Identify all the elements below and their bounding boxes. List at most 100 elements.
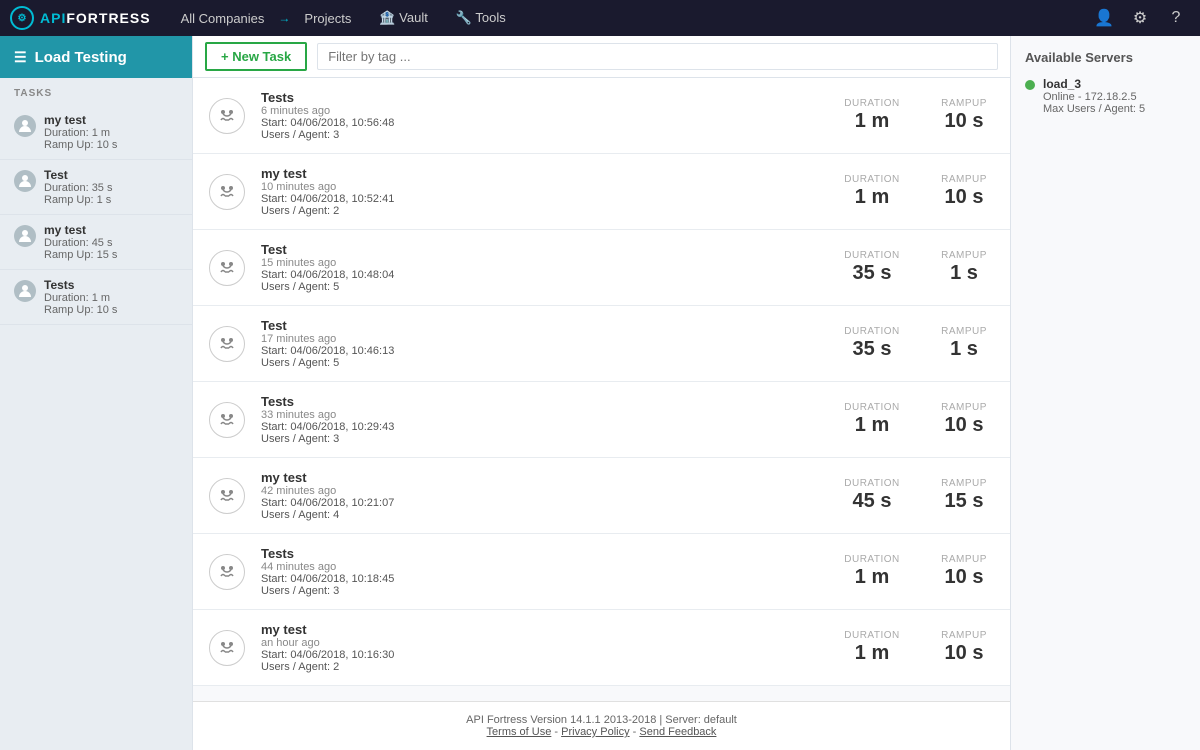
nav-arrow: → bbox=[278, 11, 290, 25]
task-row-icon bbox=[209, 250, 245, 286]
new-task-button[interactable]: + New Task bbox=[205, 42, 307, 71]
tasks-label: TASKS bbox=[0, 78, 192, 105]
task-row-users: Users / Agent: 3 bbox=[261, 129, 826, 141]
duration-label: DURATION bbox=[842, 326, 902, 337]
nav-tools[interactable]: 🔧 Tools bbox=[442, 0, 520, 36]
logo-text: APIFORTRESS bbox=[40, 10, 151, 26]
task-metrics: DURATION 35 s RAMPUP 1 s bbox=[842, 250, 994, 285]
task-name: my test bbox=[44, 113, 117, 127]
rampup-metric: RAMPUP 15 s bbox=[934, 478, 994, 513]
sidebar-tasks-list: my test Duration: 1 m Ramp Up: 10 s Test… bbox=[0, 105, 192, 325]
sidebar-task-item[interactable]: Test Duration: 35 s Ramp Up: 1 s bbox=[0, 160, 192, 215]
server-info: load_3 Online - 172.18.2.5 Max Users / A… bbox=[1043, 77, 1145, 115]
task-row-name: Tests bbox=[261, 394, 826, 409]
rampup-label: RAMPUP bbox=[934, 174, 994, 185]
task-ramp: Ramp Up: 10 s bbox=[44, 139, 117, 151]
rampup-label: RAMPUP bbox=[934, 326, 994, 337]
rampup-metric: RAMPUP 10 s bbox=[934, 402, 994, 437]
rampup-value: 10 s bbox=[934, 413, 994, 437]
server-item: load_3 Online - 172.18.2.5 Max Users / A… bbox=[1025, 77, 1186, 115]
rampup-value: 10 s bbox=[934, 565, 994, 589]
sidebar-task-item[interactable]: Tests Duration: 1 m Ramp Up: 10 s bbox=[0, 270, 192, 325]
task-metrics: DURATION 1 m RAMPUP 10 s bbox=[842, 402, 994, 437]
rampup-label: RAMPUP bbox=[934, 630, 994, 641]
rampup-value: 10 s bbox=[934, 641, 994, 665]
task-row-start: Start: 04/06/2018, 10:52:41 bbox=[261, 193, 826, 205]
task-row[interactable]: my test 42 minutes ago Start: 04/06/2018… bbox=[193, 458, 1010, 534]
nav-all-companies[interactable]: All Companies bbox=[167, 0, 279, 36]
task-row-start: Start: 04/06/2018, 10:48:04 bbox=[261, 269, 826, 281]
terms-link[interactable]: Terms of Use bbox=[487, 726, 552, 738]
task-avatar bbox=[14, 280, 36, 302]
task-info: my test Duration: 45 s Ramp Up: 15 s bbox=[44, 223, 117, 261]
task-row[interactable]: my test 10 minutes ago Start: 04/06/2018… bbox=[193, 154, 1010, 230]
server-status: Online - 172.18.2.5 bbox=[1043, 91, 1145, 103]
duration-value: 1 m bbox=[842, 413, 902, 437]
task-row[interactable]: Tests 6 minutes ago Start: 04/06/2018, 1… bbox=[193, 78, 1010, 154]
help-icon[interactable]: ? bbox=[1162, 4, 1190, 32]
task-row[interactable]: my test an hour ago Start: 04/06/2018, 1… bbox=[193, 610, 1010, 686]
duration-metric: DURATION 1 m bbox=[842, 630, 902, 665]
rampup-label: RAMPUP bbox=[934, 554, 994, 565]
duration-label: DURATION bbox=[842, 478, 902, 489]
rampup-label: RAMPUP bbox=[934, 98, 994, 109]
task-row-info: my test 10 minutes ago Start: 04/06/2018… bbox=[261, 166, 826, 217]
rampup-metric: RAMPUP 10 s bbox=[934, 98, 994, 133]
rampup-metric: RAMPUP 10 s bbox=[934, 174, 994, 209]
task-row-time: 33 minutes ago bbox=[261, 409, 826, 421]
rampup-metric: RAMPUP 10 s bbox=[934, 630, 994, 665]
task-row-icon bbox=[209, 554, 245, 590]
sidebar-task-item[interactable]: my test Duration: 1 m Ramp Up: 10 s bbox=[0, 105, 192, 160]
nav-projects[interactable]: Projects bbox=[290, 0, 365, 36]
task-row[interactable]: Test 17 minutes ago Start: 04/06/2018, 1… bbox=[193, 306, 1010, 382]
privacy-link[interactable]: Privacy Policy bbox=[561, 726, 629, 738]
task-row-info: Tests 33 minutes ago Start: 04/06/2018, … bbox=[261, 394, 826, 445]
task-row-name: my test bbox=[261, 166, 826, 181]
nav-vault[interactable]: 🏦 Vault bbox=[365, 0, 441, 36]
duration-metric: DURATION 1 m bbox=[842, 554, 902, 589]
task-list: Tests 6 minutes ago Start: 04/06/2018, 1… bbox=[193, 78, 1010, 701]
sidebar: ☰ Load Testing TASKS my test Duration: 1… bbox=[0, 36, 193, 750]
logo[interactable]: ⚙ APIFORTRESS bbox=[10, 6, 151, 30]
task-row-info: Test 15 minutes ago Start: 04/06/2018, 1… bbox=[261, 242, 826, 293]
settings-icon[interactable]: ⚙ bbox=[1126, 4, 1154, 32]
duration-label: DURATION bbox=[842, 250, 902, 261]
duration-label: DURATION bbox=[842, 630, 902, 641]
toolbar: + New Task bbox=[193, 36, 1010, 78]
main-content: + New Task Tests 6 minutes ago Start: 04… bbox=[193, 36, 1010, 750]
feedback-link[interactable]: Send Feedback bbox=[639, 726, 716, 738]
rampup-metric: RAMPUP 1 s bbox=[934, 326, 994, 361]
task-info: Tests Duration: 1 m Ramp Up: 10 s bbox=[44, 278, 117, 316]
duration-metric: DURATION 35 s bbox=[842, 326, 902, 361]
server-name: load_3 bbox=[1043, 77, 1145, 91]
rampup-value: 15 s bbox=[934, 489, 994, 513]
task-row-start: Start: 04/06/2018, 10:29:43 bbox=[261, 421, 826, 433]
task-row-users: Users / Agent: 5 bbox=[261, 281, 826, 293]
duration-value: 1 m bbox=[842, 185, 902, 209]
task-row[interactable]: Tests 44 minutes ago Start: 04/06/2018, … bbox=[193, 534, 1010, 610]
task-metrics: DURATION 35 s RAMPUP 1 s bbox=[842, 326, 994, 361]
sidebar-header: ☰ Load Testing bbox=[0, 36, 192, 78]
task-name: Test bbox=[44, 168, 112, 182]
sidebar-task-item[interactable]: my test Duration: 45 s Ramp Up: 15 s bbox=[0, 215, 192, 270]
task-metrics: DURATION 1 m RAMPUP 10 s bbox=[842, 630, 994, 665]
task-row-icon bbox=[209, 402, 245, 438]
task-metrics: DURATION 45 s RAMPUP 15 s bbox=[842, 478, 994, 513]
task-row[interactable]: Test 15 minutes ago Start: 04/06/2018, 1… bbox=[193, 230, 1010, 306]
duration-metric: DURATION 1 m bbox=[842, 402, 902, 437]
task-info: my test Duration: 1 m Ramp Up: 10 s bbox=[44, 113, 117, 151]
rampup-value: 1 s bbox=[934, 337, 994, 361]
task-row-info: Tests 44 minutes ago Start: 04/06/2018, … bbox=[261, 546, 826, 597]
duration-label: DURATION bbox=[842, 174, 902, 185]
duration-metric: DURATION 1 m bbox=[842, 98, 902, 133]
task-row-time: 42 minutes ago bbox=[261, 485, 826, 497]
task-name: my test bbox=[44, 223, 117, 237]
nav-right: 👤 ⚙ ? bbox=[1090, 4, 1190, 32]
footer: API Fortress Version 14.1.1 2013-2018 | … bbox=[193, 701, 1010, 750]
rampup-label: RAMPUP bbox=[934, 478, 994, 489]
task-row-start: Start: 04/06/2018, 10:18:45 bbox=[261, 573, 826, 585]
task-row-time: 44 minutes ago bbox=[261, 561, 826, 573]
filter-input[interactable] bbox=[317, 43, 998, 70]
task-row[interactable]: Tests 33 minutes ago Start: 04/06/2018, … bbox=[193, 382, 1010, 458]
user-icon[interactable]: 👤 bbox=[1090, 4, 1118, 32]
